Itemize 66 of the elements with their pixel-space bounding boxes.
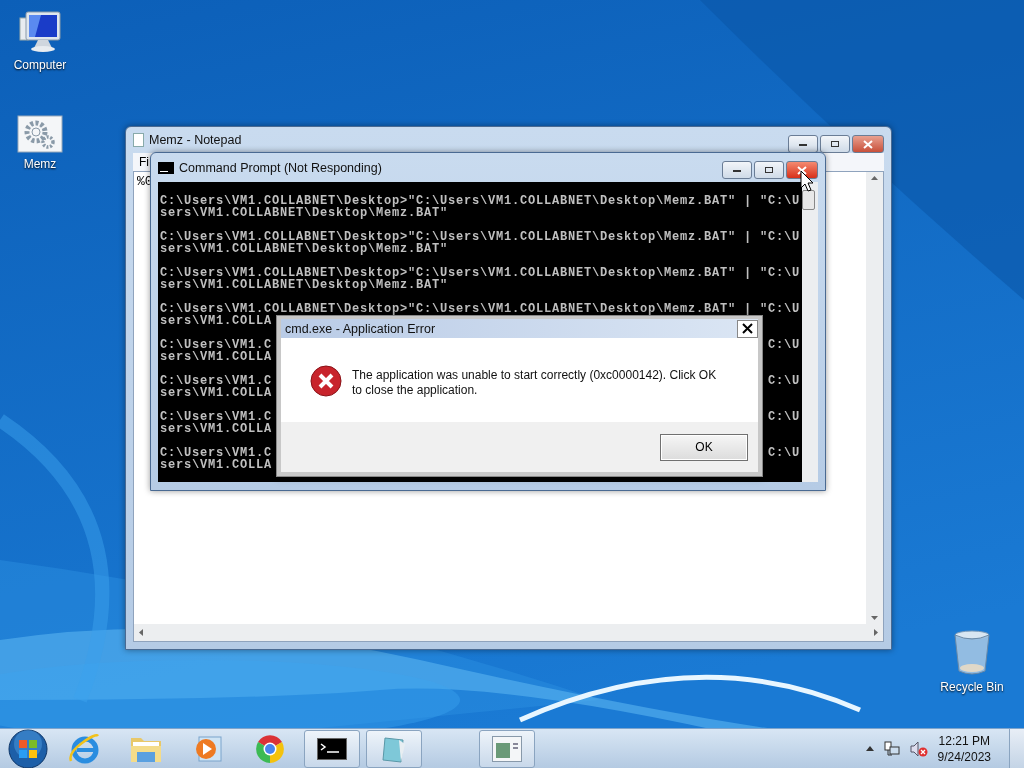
console-line: sers\VM1.COLLABNET\Desktop\Memz.BAT" <box>160 243 449 255</box>
network-icon[interactable] <box>883 740 900 757</box>
show-hidden-icons-icon[interactable] <box>865 746 874 751</box>
console-line: sers\VM1.COLLA <box>160 459 273 471</box>
window-icon <box>492 735 522 762</box>
console-line: C:\Users\VM1.COLLABNET\Desktop>"C:\Users\VM1.COLLABNET\Desktop\Memz.BAT" | "C:\U <box>160 195 801 207</box>
horizontal-scrollbar[interactable] <box>134 624 883 641</box>
minimize-button[interactable] <box>788 135 818 153</box>
start-button[interactable] <box>8 728 48 768</box>
console-line: C:\Users\VM1.COLLABNET\Desktop>"C:\Users\VM1.COLLABNET\Desktop\Memz.BAT" | "C:\U <box>160 267 801 279</box>
console-line: C:\U <box>768 447 800 459</box>
ok-button[interactable]: OK <box>660 433 748 461</box>
close-icon <box>797 165 807 175</box>
console-line: C:\Users\VM1.C <box>160 411 273 423</box>
dialog-title: cmd.exe - Application Error <box>285 321 436 336</box>
tricolor-circle-icon[interactable] <box>254 732 286 765</box>
console-line: C:\Users\VM1.COLLABNET\Desktop>"C:\Users\VM1.COLLABNET\Desktop\Memz.BAT" | "C:\U <box>160 231 801 243</box>
console-line: C:\Users\VM1.COLLABNET\Desktop>"C:\Users\VM1.COLLABNET\Desktop\Memz.BAT" | "C:\U <box>160 303 801 315</box>
error-icon <box>310 365 342 397</box>
close-icon <box>742 323 753 334</box>
browser-icon[interactable] <box>68 732 100 765</box>
window-title: Memz - Notepad <box>149 133 243 147</box>
icon-label[interactable]: Computer <box>13 58 67 72</box>
computer-icon <box>16 10 64 54</box>
icon-label[interactable]: Memz <box>23 157 57 171</box>
console-line: sers\VM1.COLLA <box>160 423 273 435</box>
notepad-icon <box>133 133 144 147</box>
close-button[interactable] <box>737 319 758 338</box>
recycle-bin-icon <box>952 630 992 676</box>
error-message: The application was unable to start correctly (0xc0000142). Click OK to close the application. <box>352 368 718 398</box>
console-line: C:\Users\VM1.C <box>160 447 273 459</box>
left-arrow-icon[interactable] <box>139 629 143 636</box>
terminal-icon <box>158 161 174 174</box>
settings-icon <box>17 115 63 153</box>
console-line: sers\VM1.COLLA <box>160 315 273 327</box>
icon-label[interactable]: Recycle Bin <box>940 680 1004 694</box>
right-arrow-icon[interactable] <box>874 629 878 636</box>
console-line: sers\VM1.COLLABNET\Desktop\Memz.BAT" <box>160 279 449 291</box>
vertical-scrollbar[interactable] <box>802 182 818 482</box>
console-line: sers\VM1.COLLABNET\Desktop\Memz.BAT" <box>160 207 449 219</box>
window-title: Command Prompt (Not Responding) <box>179 160 383 175</box>
clock-date[interactable]: 9/24/2023 <box>937 748 991 765</box>
minimize-button[interactable] <box>722 161 752 179</box>
down-arrow-icon[interactable] <box>871 616 878 620</box>
console-line: C:\Users\VM1.C <box>160 339 273 351</box>
console-line: sers\VM1.COLLA <box>160 351 273 363</box>
close-button[interactable] <box>786 161 818 179</box>
console-line: C:\U <box>768 411 800 423</box>
up-arrow-icon[interactable] <box>871 176 878 180</box>
minimize-icon <box>732 167 742 173</box>
menu-item[interactable]: Fi <box>139 155 149 169</box>
console-line: C:\U <box>768 375 800 387</box>
console-line: sers\VM1.COLLA <box>160 387 273 399</box>
close-icon <box>863 139 873 149</box>
maximize-icon <box>764 166 774 174</box>
terminal-icon <box>317 737 347 760</box>
maximize-button[interactable] <box>754 161 784 179</box>
console-line: C:\U <box>768 339 800 351</box>
clock-time[interactable]: 12:21 PM <box>938 732 990 749</box>
minimize-icon <box>798 141 808 147</box>
muted-speaker-icon[interactable] <box>909 740 928 757</box>
maximize-icon <box>830 140 840 148</box>
play-icon[interactable] <box>193 733 223 764</box>
maximize-button[interactable] <box>820 135 850 153</box>
console-line: C:\Users\VM1.C <box>160 375 273 387</box>
vertical-scrollbar[interactable] <box>866 172 883 624</box>
